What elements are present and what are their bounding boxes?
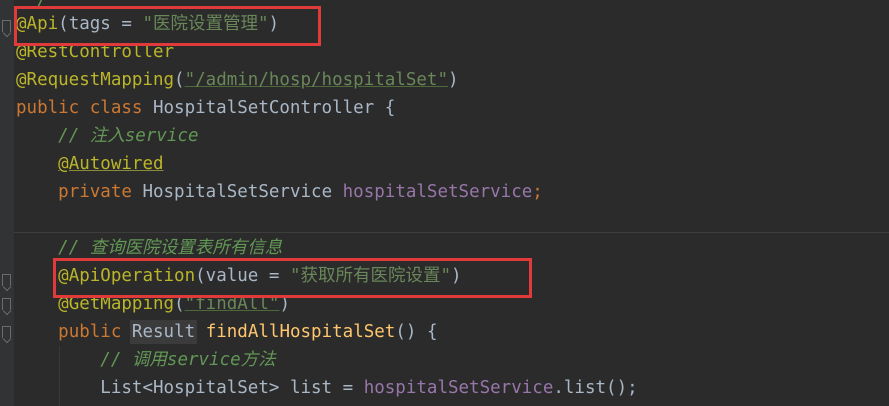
- code-token: hospitalSetService: [363, 378, 554, 398]
- code-token: // 查询医院设置表所有信息: [58, 238, 283, 258]
- code-token: ): [448, 70, 459, 90]
- code-token: HospitalSetService: [142, 182, 343, 202]
- code-token: Result: [131, 322, 196, 342]
- highlight-frame-apioperation-annotation: [53, 258, 532, 298]
- code-token: findAllHospitalSet: [205, 322, 396, 342]
- code-line[interactable]: @Autowired: [16, 150, 164, 178]
- fold-marker-icon[interactable]: [2, 298, 11, 310]
- code-line[interactable]: public class HospitalSetController {: [16, 94, 395, 122]
- code-token: ;: [532, 182, 543, 202]
- fold-marker-icon[interactable]: [2, 20, 11, 32]
- method-separator: [14, 232, 889, 233]
- highlight-frame-api-annotation: [14, 6, 321, 46]
- code-line[interactable]: // 注入service: [16, 122, 199, 150]
- code-token: // 调用service方法: [100, 350, 276, 370]
- code-line[interactable]: public Result findAllHospitalSet() {: [16, 318, 438, 346]
- fold-marker-icon[interactable]: [2, 326, 11, 338]
- code-token: .list();: [553, 378, 638, 398]
- code-token: private: [58, 182, 143, 202]
- fold-marker-icon[interactable]: [2, 274, 11, 286]
- code-token: @RequestMapping: [16, 70, 175, 90]
- code-token: hospitalSetService: [342, 182, 533, 202]
- code-line[interactable]: // 调用service方法: [16, 346, 276, 374]
- editor-gutter: [0, 0, 14, 406]
- code-token: @Autowired: [58, 154, 164, 174]
- code-token: {: [384, 98, 396, 118]
- code-line[interactable]: List<HospitalSet> list = hospitalSetServ…: [16, 374, 638, 402]
- code-token: "/admin/hosp/hospitalSet": [184, 70, 448, 90]
- code-editor[interactable]: / @Api(tags = "医院设置管理") @RestController @Re…: [0, 0, 889, 406]
- code-token: List<HospitalSet> list =: [100, 378, 364, 398]
- code-token: public: [58, 322, 132, 342]
- code-line[interactable]: @RequestMapping("/admin/hosp/hospitalSet…: [16, 66, 459, 94]
- code-token: HospitalSetController: [152, 98, 385, 118]
- code-token: // 注入service: [58, 126, 199, 146]
- code-token: () {: [395, 322, 438, 342]
- code-line[interactable]: private HospitalSetService hospitalSetSe…: [16, 178, 543, 206]
- code-token: (: [174, 70, 185, 90]
- code-token: public class: [16, 98, 153, 118]
